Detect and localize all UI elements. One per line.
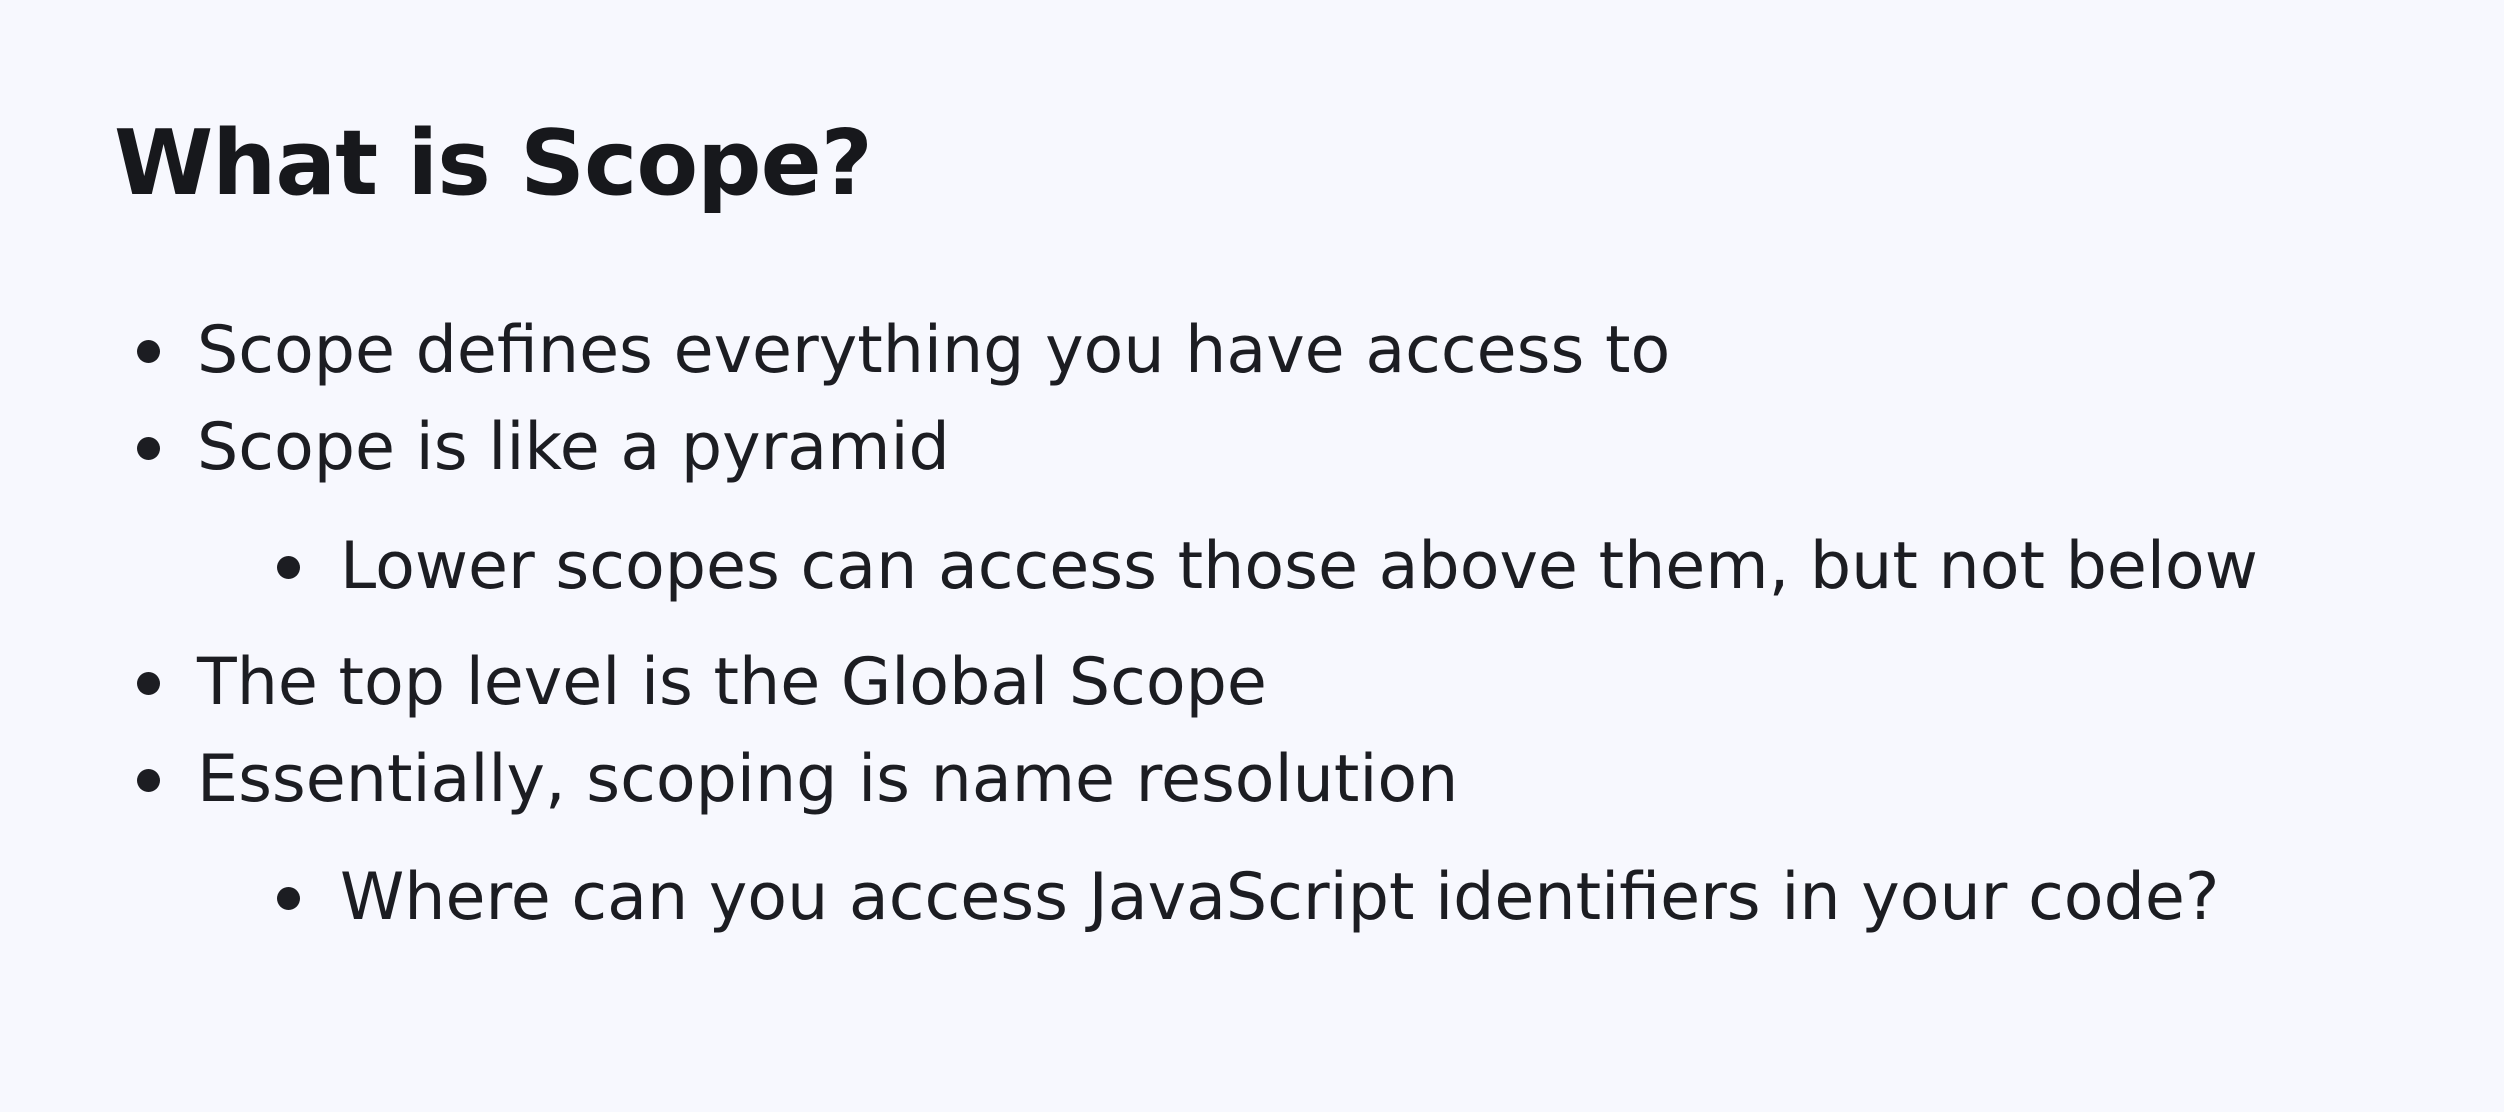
bullet-dot-icon	[277, 556, 300, 579]
bullet-dot-icon	[137, 437, 160, 460]
bullet-item-level1: Scope defines everything you have access…	[137, 306, 1671, 396]
slide-title: What is Scope?	[114, 111, 873, 216]
bullet-text: Scope defines everything you have access…	[197, 313, 1671, 388]
bullet-item-level2: Where can you access JavaScript identifi…	[277, 853, 2220, 943]
bullet-item-level2: Lower scopes can access those above them…	[277, 522, 2258, 612]
bullet-text: Essentially, scoping is name resolution	[197, 742, 1459, 817]
bullet-dot-icon	[277, 887, 300, 910]
bullet-item-level1: Essentially, scoping is name resolution	[137, 735, 1459, 825]
bullet-text: Scope is like a pyramid	[197, 410, 950, 485]
bullet-dot-icon	[137, 672, 160, 695]
bullet-text: Where can you access JavaScript identifi…	[340, 860, 2220, 935]
bullet-text: Lower scopes can access those above them…	[340, 529, 2258, 604]
bullet-dot-icon	[137, 340, 160, 363]
bullet-item-level1: Scope is like a pyramid	[137, 403, 950, 493]
bullet-item-level1: The top level is the Global Scope	[137, 638, 1267, 728]
bullet-dot-icon	[137, 769, 160, 792]
slide: What is Scope? Scope defines everything …	[0, 0, 2504, 1112]
bullet-text: The top level is the Global Scope	[197, 645, 1267, 720]
